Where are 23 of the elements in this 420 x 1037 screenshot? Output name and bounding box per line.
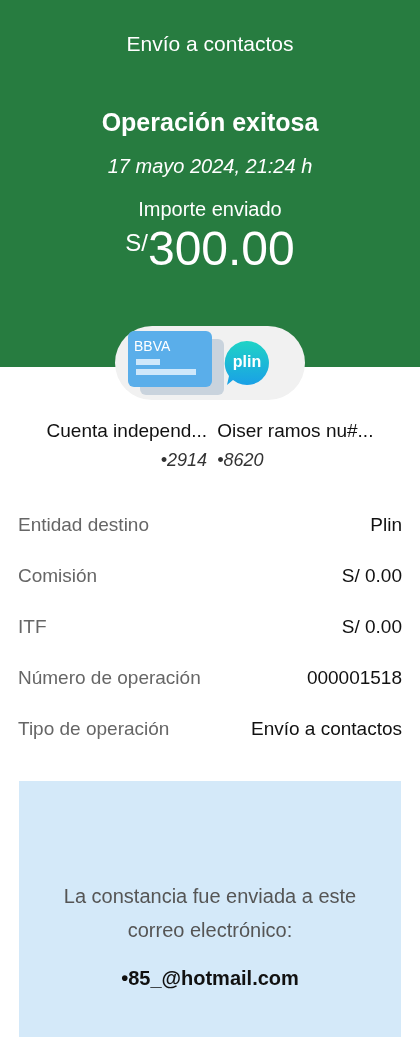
detail-value: Plin (370, 514, 402, 536)
account-number: •8620 (217, 450, 264, 471)
detail-value: 000001518 (306, 667, 402, 689)
email-address: •85_@hotmail.com (121, 967, 299, 990)
detail-value: Envío a contactos (250, 718, 402, 740)
currency-symbol: S/ (125, 229, 148, 256)
status-title: Operación exitosa (101, 108, 319, 137)
amount-label: Importe enviado (138, 198, 282, 221)
wallet-logo-icon: plin (224, 340, 270, 386)
detail-label: Entidad destino (18, 514, 149, 536)
detail-label: ITF (18, 616, 47, 638)
detail-label: Número de operación (18, 667, 201, 689)
date-time: 17 mayo 2024, 21:24 h (107, 155, 313, 178)
account-number: •2914 (160, 450, 208, 471)
account-name: Cuenta independ... (46, 420, 208, 442)
detail-label: Comisión (18, 565, 98, 587)
account-name: Oiser ramos nu#... (217, 420, 374, 442)
detail-value: S/ 0.00 (341, 565, 402, 587)
detail-label: Tipo de operación (18, 718, 170, 740)
amount-value: 300.00 (147, 223, 295, 275)
detail-value: S/ 0.00 (341, 616, 402, 638)
screen-title: Envío a contactos (126, 32, 294, 56)
notice-text: La constancia fue enviada a este correo electrónico: (62, 884, 358, 943)
